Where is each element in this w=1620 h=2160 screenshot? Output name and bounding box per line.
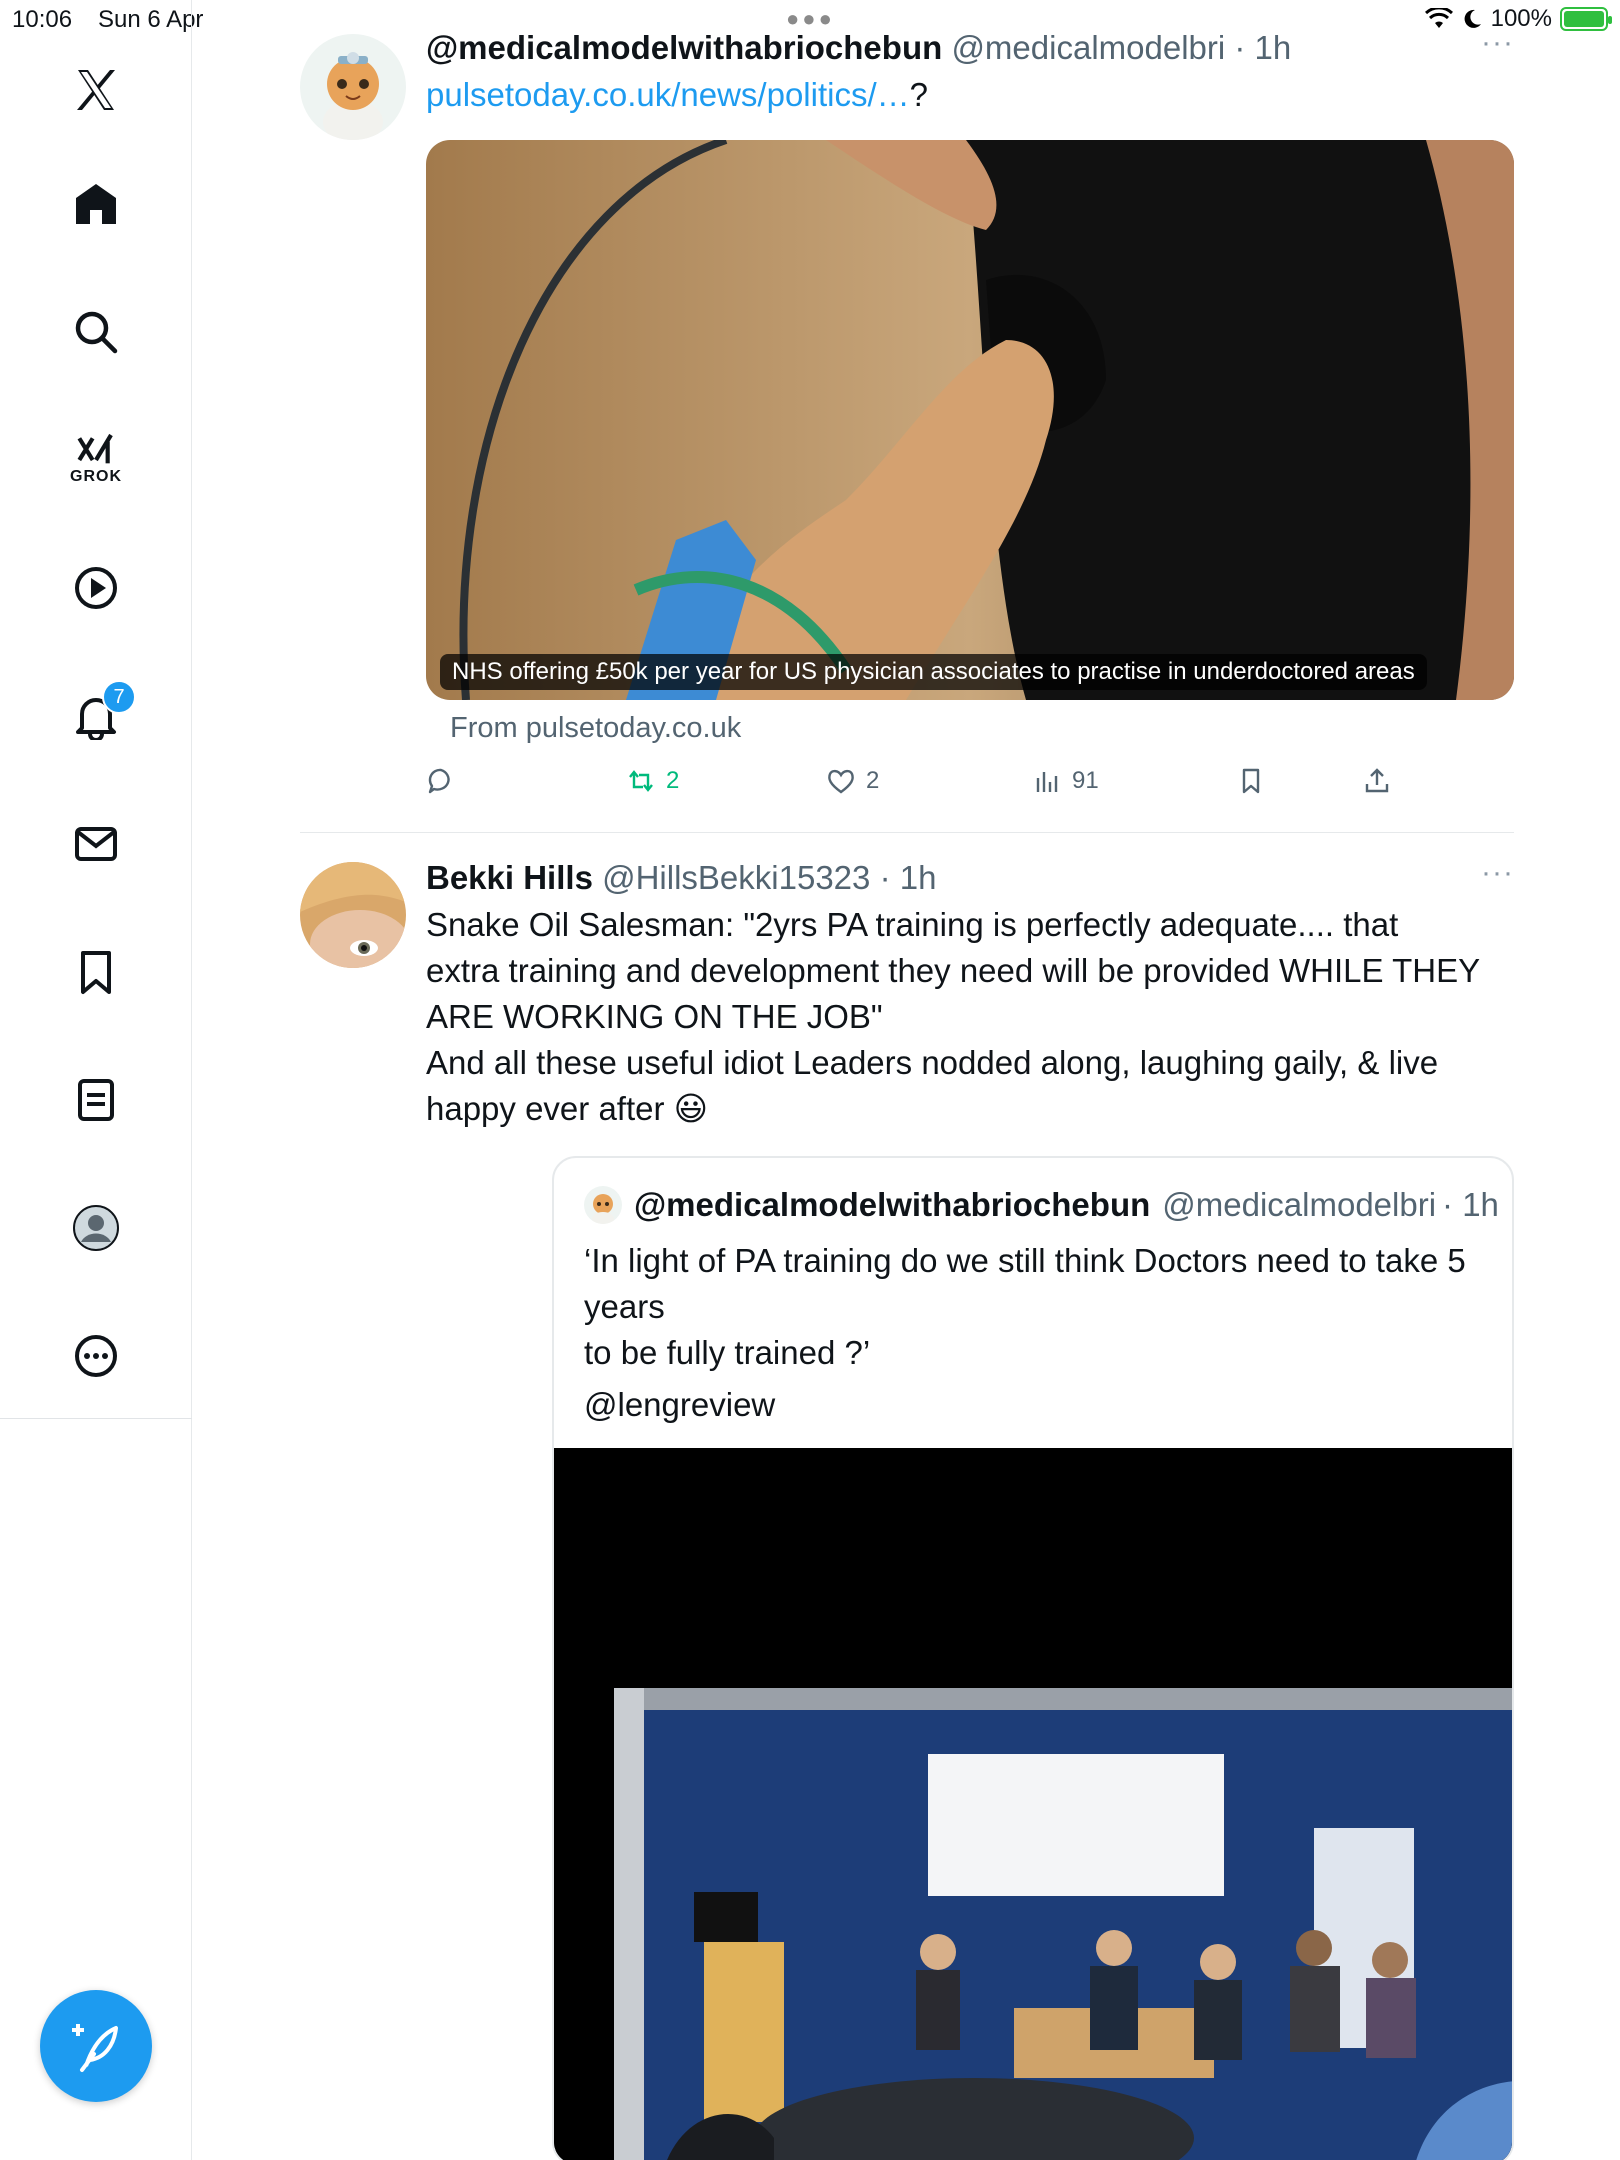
tweet-header: Bekki Hills @HillsBekki15323 · 1h [426,856,1514,900]
battery-icon [1560,7,1612,31]
messages-envelope-icon[interactable] [56,804,136,884]
grok-icon [77,433,113,464]
more-options-icon[interactable]: ··· [1481,856,1514,890]
tweet-actions: 2 2 91 [426,766,1514,806]
tweet-header: @medicalmodelwithabriochebun @medicalmod… [426,26,1514,70]
bookmark-button[interactable] [1236,766,1266,796]
quote-header: @medicalmodelwithabriochebun @medicalmod… [584,1186,1499,1224]
video-play-icon[interactable] [56,548,136,628]
quoted-tweet[interactable]: @medicalmodelwithabriochebun @medicalmod… [552,1156,1514,2160]
tweet-time[interactable]: · 1h [880,859,937,896]
quote-author-handle: @medicalmodelbri [1162,1186,1437,1223]
compose-button[interactable] [40,1990,152,2102]
reply-icon [428,768,450,794]
quote-avatar [584,1186,622,1224]
quote-mention[interactable]: @lengreview [584,1386,775,1424]
quote-text: ‘In light of PA training do we still thi… [584,1238,1472,1376]
home-icon[interactable] [56,164,136,244]
quote-time: · 1h [1442,1186,1499,1223]
heart-icon [828,769,854,794]
author-handle[interactable]: @HillsBekki15323 [602,859,870,896]
tweet[interactable]: @medicalmodelwithabriochebun @medicalmod… [300,26,1514,806]
views-button[interactable]: 91 [1032,766,1099,796]
grok-label: GROK [70,468,122,485]
bookmark-icon [1242,768,1260,794]
views-chart-icon [1036,772,1058,792]
bookmark-icon[interactable] [56,932,136,1012]
notification-badge: 7 [102,680,136,714]
tweet-link-suffix: ? [909,76,928,113]
tweet-text: Snake Oil Salesman: "2yrs PA training is… [426,902,1514,1132]
tweet-content: @medicalmodelwithabriochebun @medicalmod… [426,26,1514,806]
link-source[interactable]: From pulsetoday.co.uk [450,712,741,745]
tweet-content: Bekki Hills @HillsBekki15323 · 1h ··· Sn… [426,856,1514,2160]
author-handle[interactable]: @medicalmodelbri [951,29,1225,66]
more-circle-icon[interactable] [56,1316,136,1396]
tweet-link[interactable]: pulsetoday.co.uk/news/politics/… [426,76,910,113]
avatar[interactable] [300,862,406,968]
video-frame [554,1448,1512,2160]
link-card-photo [426,140,1514,700]
tweet-time[interactable]: · 1h [1234,29,1291,66]
author-name[interactable]: @medicalmodelwithabriochebun [426,29,942,66]
x-logo-icon[interactable] [56,50,136,130]
tweet-divider [300,832,1514,833]
tweet-text: pulsetoday.co.uk/news/politics/…? [426,72,1514,118]
search-icon[interactable] [56,292,136,372]
quote-video[interactable] [554,1448,1512,2160]
lists-icon[interactable] [56,1060,136,1140]
tweet-text-line: ARE WORKING ON THE JOB" [426,998,883,1035]
retweet-icon [629,770,653,792]
author-name[interactable]: Bekki Hills [426,859,593,896]
like-count: 2 [866,767,880,794]
retweet-count: 2 [666,767,680,794]
profile-avatar-icon[interactable] [56,1188,136,1268]
sidebar: GROK 7 [0,0,192,2160]
tweet-text-line: happy ever after 😃 [426,1090,709,1127]
like-button[interactable]: 2 [826,766,879,796]
share-button[interactable] [1362,766,1392,796]
view-count: 91 [1072,767,1099,794]
link-card-image[interactable]: NHS offering £50k per year for US physic… [426,140,1514,700]
reply-button[interactable] [426,766,466,796]
compose-feather-icon [72,2024,118,2072]
tweet-text-line: And all these useful idiot Leaders nodde… [426,1044,1439,1081]
quote-author-name: @medicalmodelwithabriochebun [634,1186,1151,1223]
sidebar-divider [0,1418,192,1419]
quote-text-line: to be fully trained ?’ [584,1334,871,1371]
link-card-caption: NHS offering £50k per year for US physic… [440,654,1427,690]
grok-nav[interactable]: GROK [56,418,136,498]
retweet-button[interactable]: 2 [626,766,679,796]
tweet-text-line: Snake Oil Salesman: "2yrs PA training is… [426,906,1399,943]
notifications-bell-icon[interactable]: 7 [56,676,136,756]
tweet[interactable]: Bekki Hills @HillsBekki15323 · 1h ··· Sn… [300,856,1514,2160]
tweet-text-line: extra training and development they need… [426,952,1481,989]
quote-text-line: ‘In light of PA training do we still thi… [584,1242,1466,1325]
more-options-icon[interactable]: ··· [1481,26,1514,60]
share-upload-icon [1365,768,1389,793]
avatar[interactable] [300,34,406,140]
